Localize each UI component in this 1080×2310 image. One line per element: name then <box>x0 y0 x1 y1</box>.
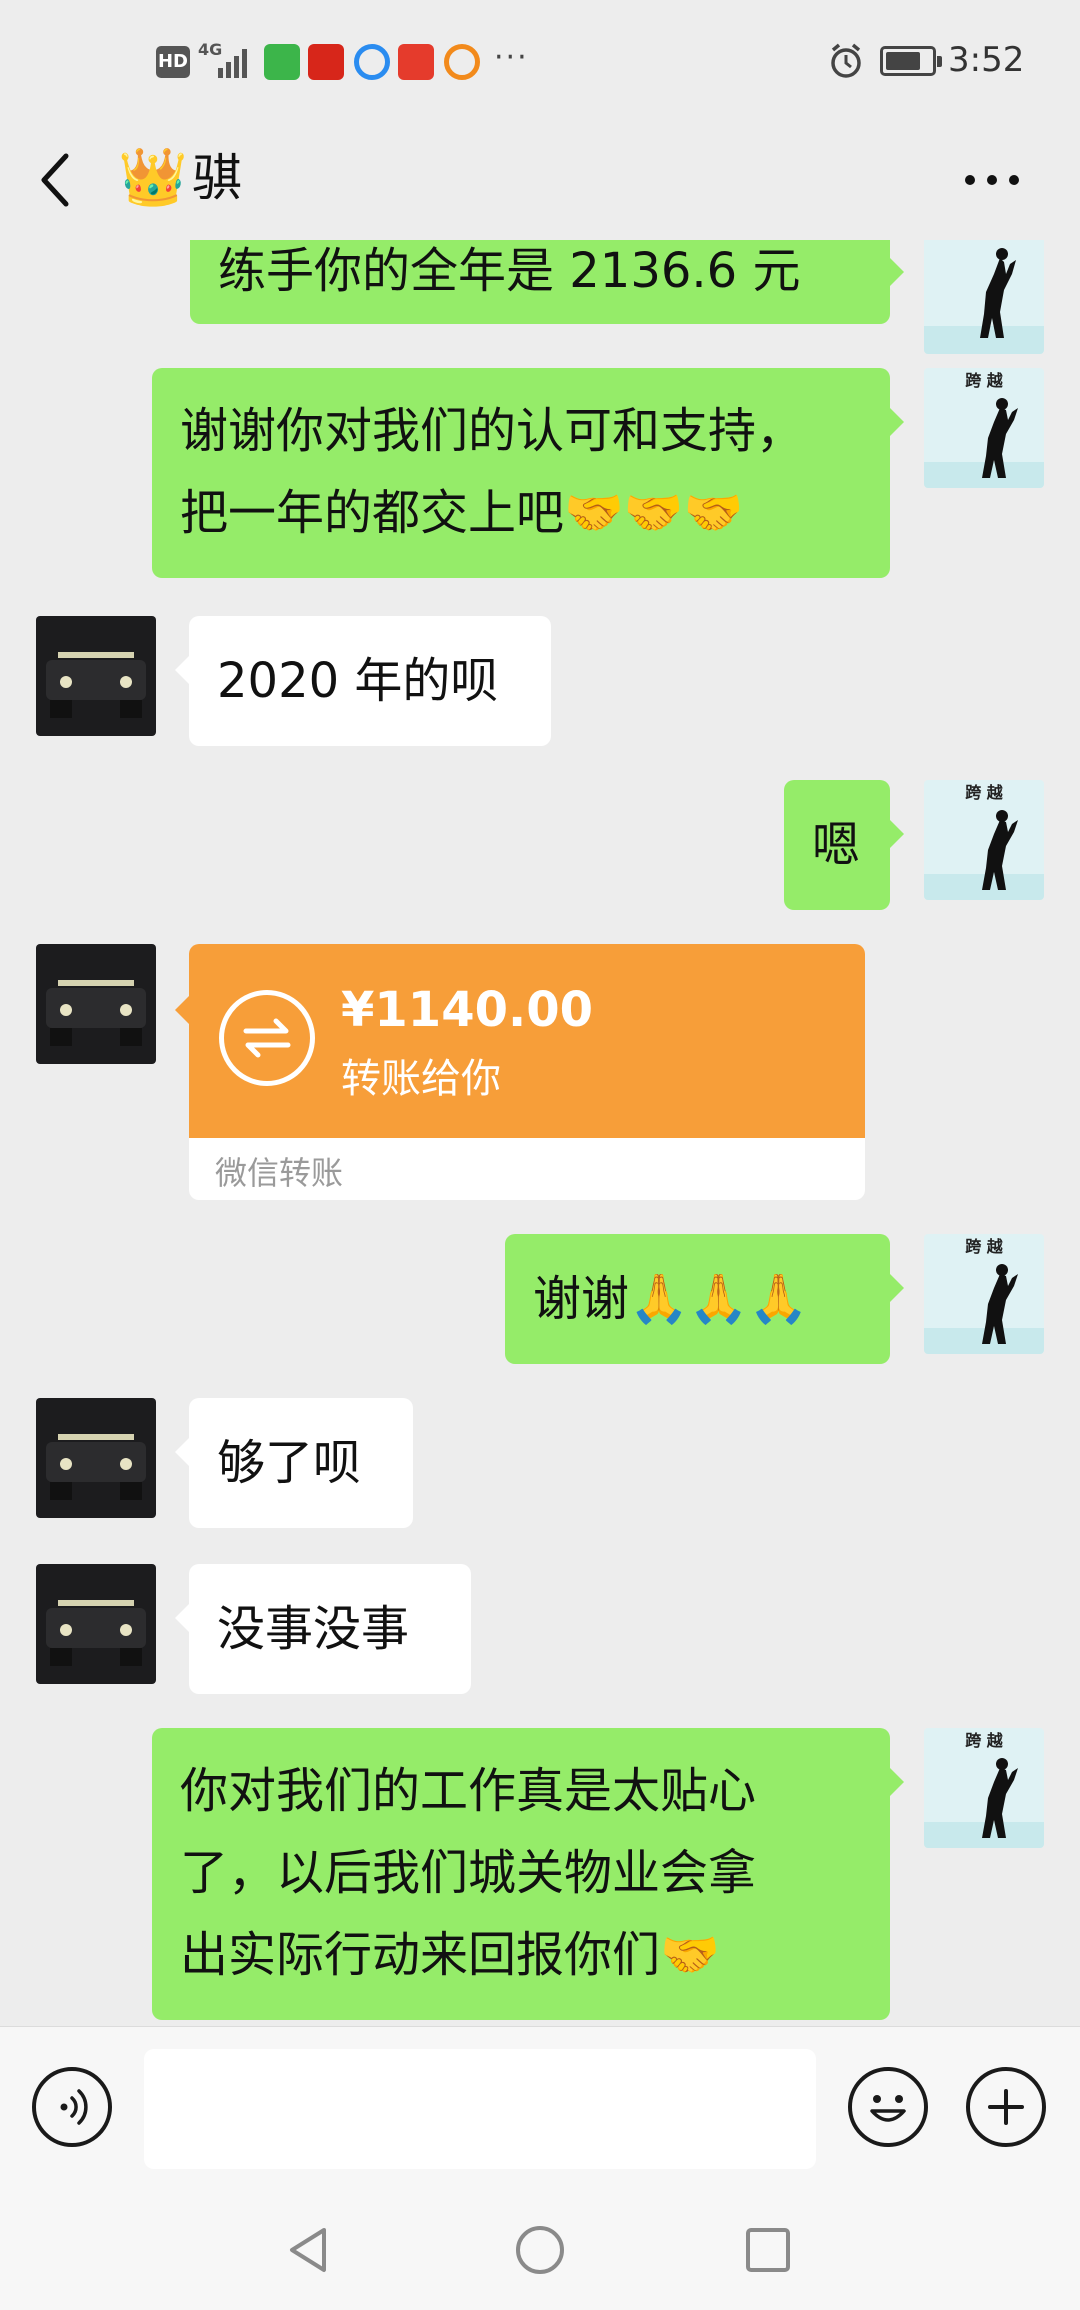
status-more-icon: ··· <box>494 40 529 75</box>
contact-avatar[interactable] <box>36 1564 156 1684</box>
transfer-footer: 微信转账 <box>215 1154 344 1192</box>
my-avatar[interactable]: 跨 越 <box>924 1234 1044 1354</box>
more-dots-icon[interactable] <box>962 170 1022 190</box>
app-icon-orange <box>444 44 480 80</box>
message-bubble-sent[interactable]: 嗯 <box>784 780 904 910</box>
back-chevron-icon[interactable] <box>36 148 76 212</box>
app-icon-netease <box>308 44 344 80</box>
signal-icon <box>218 49 247 78</box>
square-recent-icon[interactable] <box>744 2226 792 2274</box>
message-input[interactable] <box>144 2049 816 2169</box>
my-avatar[interactable] <box>924 240 1044 354</box>
circle-home-icon[interactable] <box>514 2224 566 2276</box>
plus-button[interactable] <box>966 2067 1046 2147</box>
silhouette-avatar-icon: 跨 越 <box>924 1234 1044 1354</box>
transfer-label: 转账给你 <box>341 1056 501 1102</box>
chat-title: 骐 <box>192 149 242 207</box>
message-bubble-sent[interactable]: 谢谢你对我们的认可和支持， 把一年的都交上吧🤝🤝🤝 <box>152 368 904 578</box>
car-avatar-icon <box>36 616 156 736</box>
triangle-back-icon[interactable] <box>284 2224 332 2276</box>
transfer-arrows-icon <box>219 990 315 1086</box>
car-avatar-icon <box>36 944 156 1064</box>
transfer-card-tail <box>175 996 189 1024</box>
message-text: 谢谢你对我们的认可和支持， 把一年的都交上吧🤝🤝🤝 <box>180 403 805 541</box>
emoji-button[interactable] <box>848 2067 928 2147</box>
voice-icon <box>60 2089 88 2125</box>
silhouette-avatar-icon: 跨 越 <box>924 780 1044 900</box>
status-bar: HD 4G ··· 3:52 <box>0 0 1080 120</box>
my-avatar[interactable]: 跨 越 <box>924 368 1044 488</box>
avatar-caption: 跨 越 <box>965 371 1004 390</box>
contact-avatar[interactable] <box>36 616 156 736</box>
contact-avatar[interactable] <box>36 1398 156 1518</box>
hd-badge: HD <box>156 46 190 78</box>
message-text: 2020 年的呗 <box>217 653 499 709</box>
battery-icon <box>880 46 942 76</box>
my-avatar[interactable]: 跨 越 <box>924 780 1044 900</box>
transfer-card-header: ¥1140.00 转账给你 <box>189 944 865 1138</box>
input-bar <box>0 2026 1080 2190</box>
avatar-caption: 跨 越 <box>965 1237 1004 1256</box>
message-bubble-sent[interactable]: 你对我们的工作真是太贴心 了，以后我们城关物业会拿 出实际行动来回报你们🤝 <box>152 1728 904 2020</box>
alarm-icon <box>831 43 861 78</box>
silhouette-avatar-icon: 跨 越 <box>924 368 1044 488</box>
silhouette-avatar-icon: 跨 越 <box>924 1728 1044 1848</box>
voice-button[interactable] <box>32 2067 112 2147</box>
message-bubble-sent[interactable]: 练手你的全年是 2136.6 元 <box>190 240 904 324</box>
app-icon-blue <box>354 44 390 80</box>
transfer-amount: ¥1140.00 <box>341 982 594 1038</box>
message-text: 你对我们的工作真是太贴心 了，以后我们城关物业会拿 出实际行动来回报你们🤝 <box>180 1763 757 1983</box>
system-nav-bar <box>0 2190 1080 2310</box>
app-icon-kuai <box>398 44 434 80</box>
chat-message-list[interactable]: 练手你的全年是 2136.6 元 跨 越 谢谢你对我们的认可和支持， 把一年的都… <box>0 240 1080 2026</box>
transfer-card[interactable]: ¥1140.00 转账给你 微信转账 <box>189 944 865 1200</box>
message-bubble-received[interactable]: 够了呗 <box>175 1398 413 1528</box>
emoji-icon <box>870 2095 906 2122</box>
message-text: 练手你的全年是 2136.6 元 <box>218 243 801 299</box>
car-avatar-icon <box>36 1398 156 1518</box>
avatar-caption: 跨 越 <box>965 783 1004 802</box>
message-bubble-sent[interactable]: 谢谢🙏🙏🙏 <box>505 1234 904 1364</box>
my-avatar[interactable]: 跨 越 <box>924 1728 1044 1848</box>
message-text: 没事没事 <box>217 1601 410 1657</box>
message-bubble-received[interactable]: 2020 年的呗 <box>175 616 551 746</box>
contact-avatar[interactable] <box>36 944 156 1064</box>
clock-time: 3:52 <box>948 40 1025 80</box>
message-text: 谢谢🙏🙏🙏 <box>533 1271 809 1327</box>
avatar-caption: 跨 越 <box>965 1731 1004 1750</box>
car-avatar-icon <box>36 1564 156 1684</box>
silhouette-avatar-icon <box>924 240 1044 354</box>
app-icon-green <box>264 44 300 80</box>
message-text: 嗯 <box>812 817 861 873</box>
crown-emoji: 👑 <box>118 145 188 210</box>
message-bubble-received[interactable]: 没事没事 <box>175 1564 471 1694</box>
message-text: 够了呗 <box>217 1435 362 1491</box>
plus-icon <box>988 2089 1024 2125</box>
